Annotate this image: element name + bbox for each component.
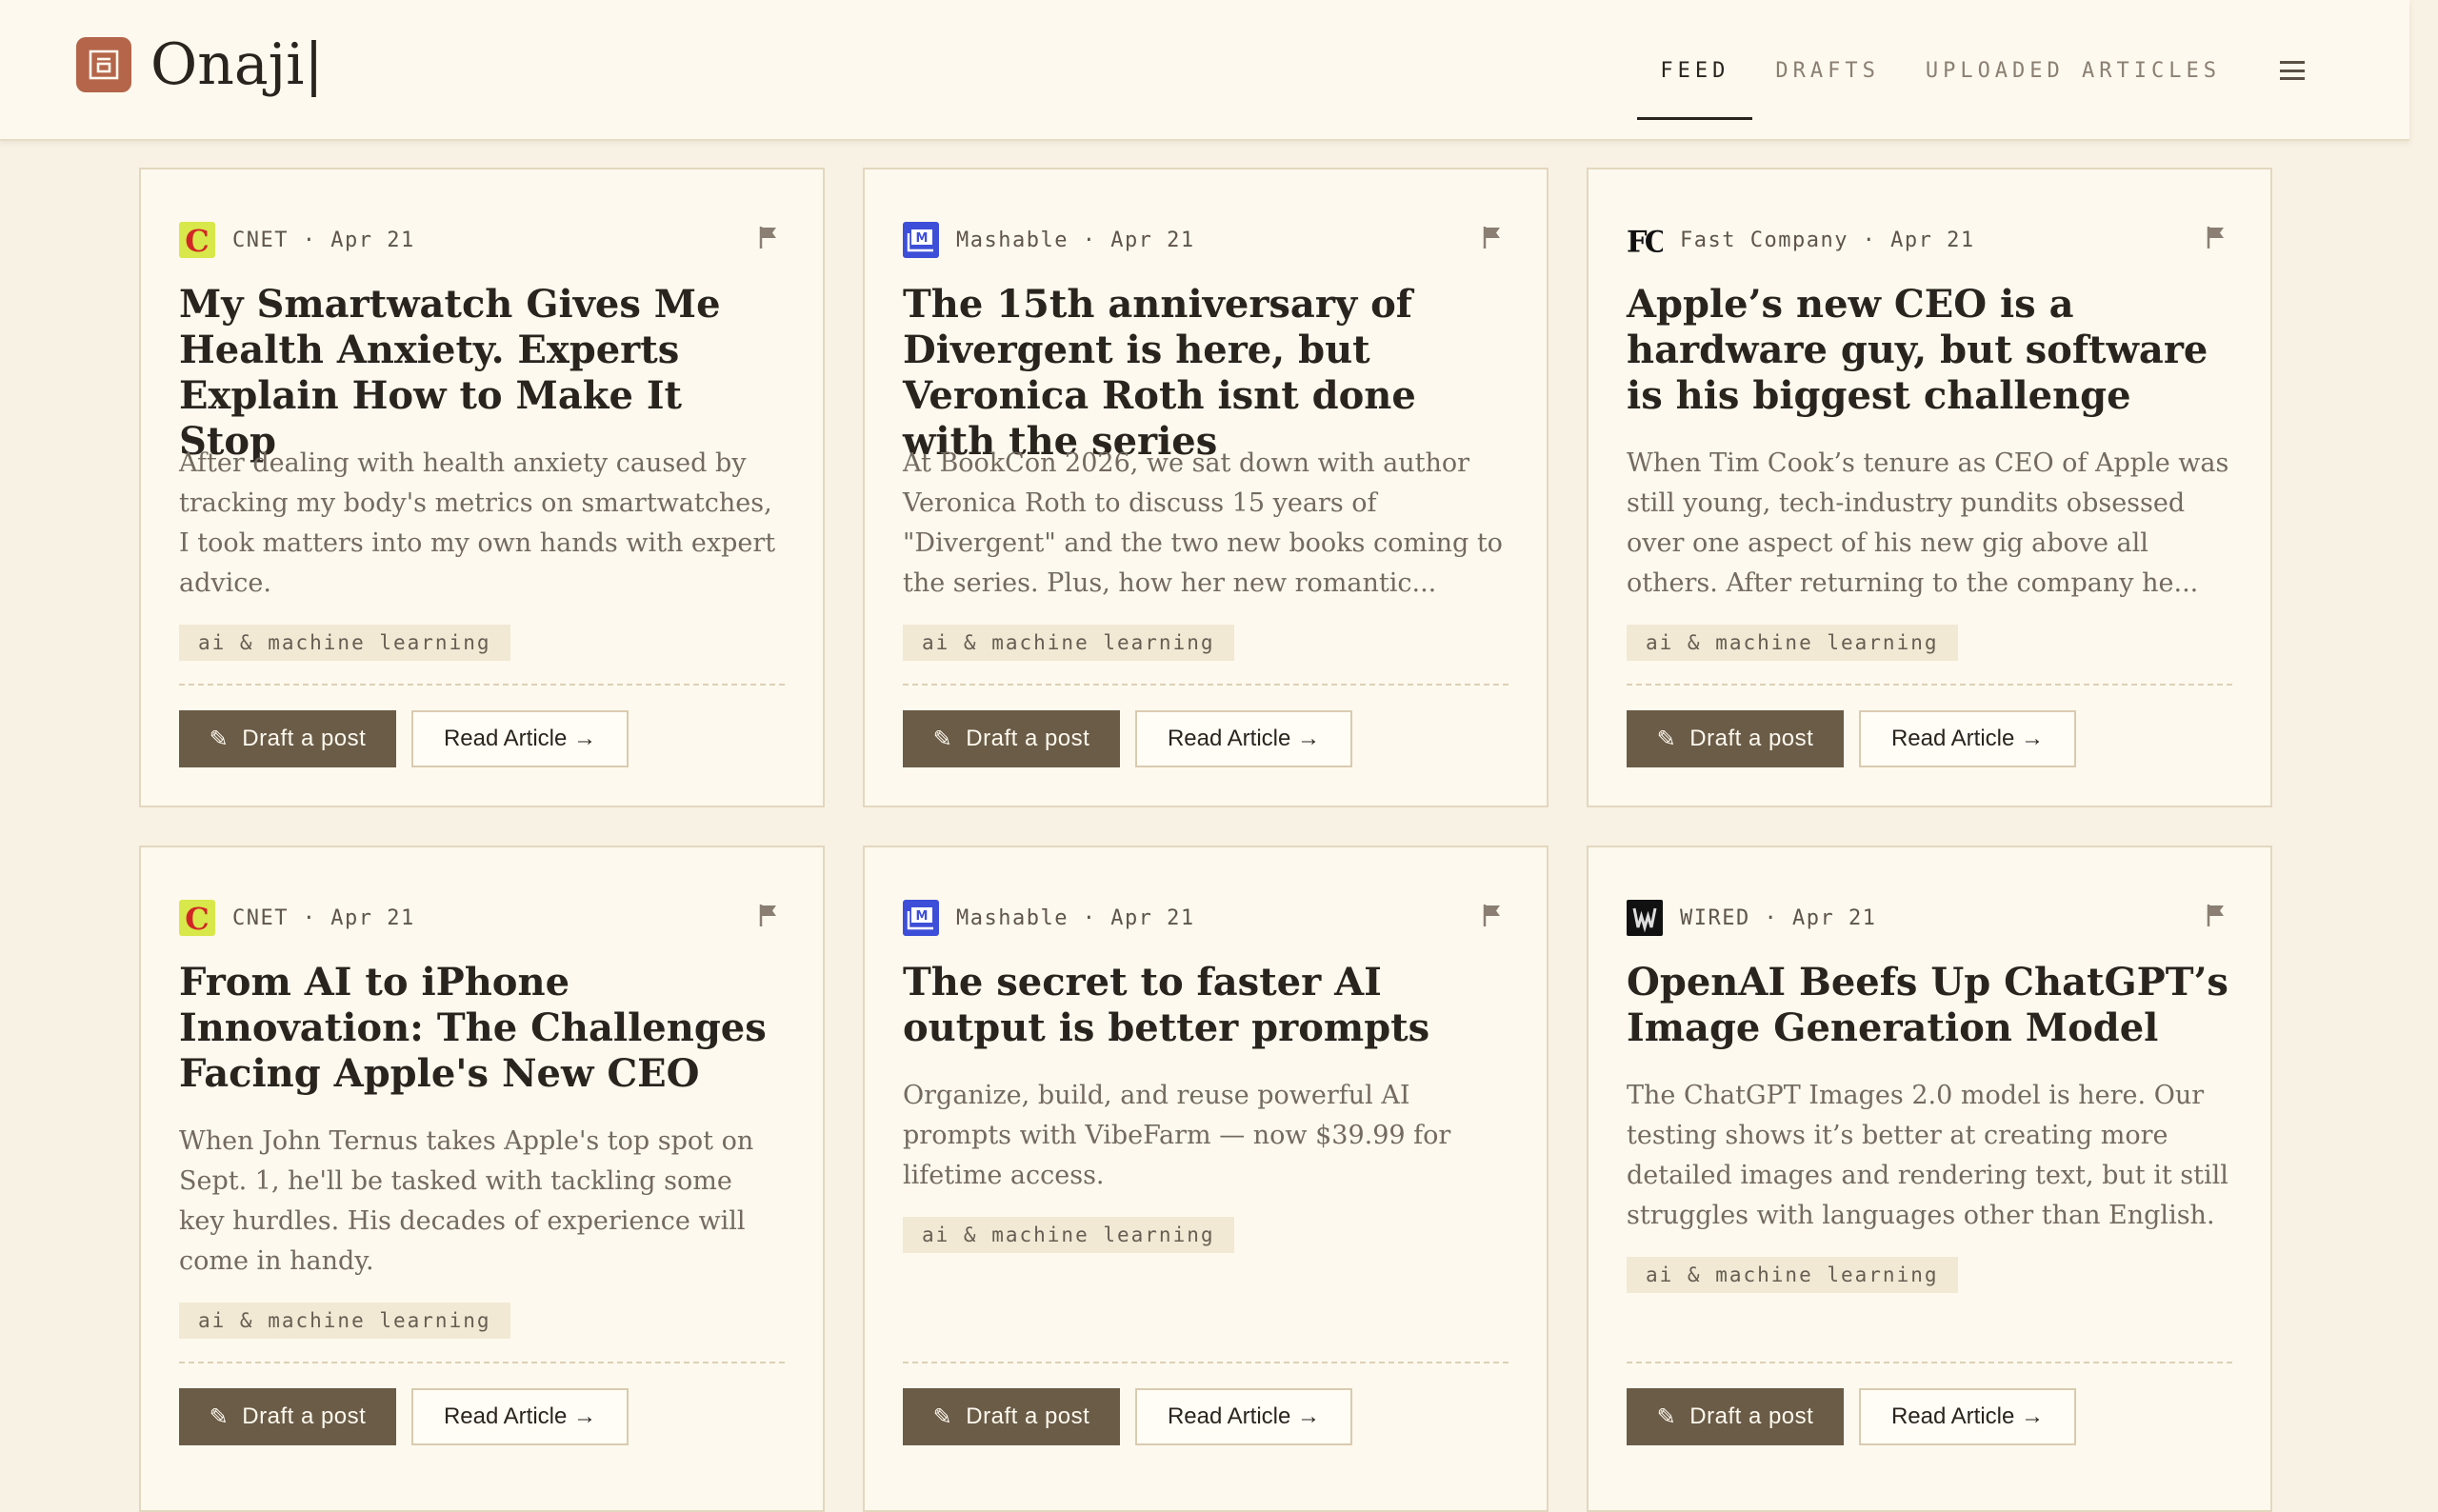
article-title[interactable]: The secret to faster AI output is better… (903, 960, 1509, 1051)
cnet-logo-icon: C (179, 222, 215, 258)
card-divider (903, 684, 1509, 686)
card-actions: ✎ Draft a post Read Article → (1627, 710, 2076, 767)
svg-text:FC: FC (1627, 225, 1663, 258)
flag-icon[interactable] (1482, 903, 1503, 927)
draft-post-button[interactable]: ✎ Draft a post (179, 710, 396, 767)
draft-post-label: Draft a post (1689, 726, 1814, 751)
topic-tag: ai & machine learning (1627, 1257, 1958, 1293)
article-card: WIRED · Apr 21 OpenAI Beefs Up ChatGPT’s… (1587, 846, 2272, 1512)
source-date: Mashable · Apr 21 (956, 905, 1195, 930)
draft-post-label: Draft a post (242, 1403, 367, 1429)
hamburger-menu-icon[interactable] (2280, 61, 2305, 80)
pencil-icon: ✎ (209, 726, 230, 752)
read-article-button[interactable]: Read Article → (411, 1388, 629, 1445)
article-card: C CNET · Apr 21 My Smartwatch Gives Me H… (139, 168, 825, 807)
app-name: Onaji| (150, 31, 324, 98)
card-divider (179, 1362, 785, 1363)
source-date: CNET · Apr 21 (232, 228, 415, 252)
brand[interactable]: Onaji| (76, 36, 324, 93)
topic-tag: ai & machine learning (903, 625, 1234, 661)
article-excerpt: At BookCon 2026, we sat down with author… (903, 448, 1503, 598)
card-meta: M Mashable · Apr 21 (903, 221, 1509, 259)
draft-post-button[interactable]: ✎ Draft a post (903, 710, 1120, 767)
draft-post-button[interactable]: ✎ Draft a post (903, 1388, 1120, 1445)
card-actions: ✎ Draft a post Read Article → (1627, 1388, 2076, 1445)
article-excerpt: Organize, build, and reuse powerful AI p… (903, 1081, 1451, 1190)
read-article-button[interactable]: Read Article → (411, 710, 629, 767)
draft-post-label: Draft a post (966, 726, 1090, 751)
svg-text:M: M (916, 231, 929, 246)
card-divider (179, 684, 785, 686)
wired-logo-icon (1627, 900, 1663, 936)
article-excerpt: After dealing with health anxiety caused… (179, 448, 776, 598)
topic-tag: ai & machine learning (903, 1217, 1234, 1253)
card-meta: C CNET · Apr 21 (179, 899, 785, 937)
flag-icon[interactable] (758, 903, 779, 927)
fast-company-logo-icon: FC (1627, 222, 1663, 258)
read-article-button[interactable]: Read Article → (1859, 710, 2076, 767)
card-actions: ✎ Draft a post Read Article → (179, 710, 629, 767)
article-card: C CNET · Apr 21 From AI to iPhone Innova… (139, 846, 825, 1512)
card-divider (903, 1362, 1509, 1363)
source-date: Fast Company · Apr 21 (1680, 228, 1975, 252)
draft-post-label: Draft a post (242, 726, 367, 751)
card-meta: WIRED · Apr 21 (1627, 899, 2232, 937)
cnet-logo-icon: C (179, 900, 215, 936)
draft-post-label: Draft a post (966, 1403, 1090, 1429)
card-actions: ✎ Draft a post Read Article → (179, 1388, 629, 1445)
source-date: CNET · Apr 21 (232, 905, 415, 930)
main-nav: FEED DRAFTS UPLOADED ARTICLES (1637, 0, 2305, 141)
article-title[interactable]: From AI to iPhone Innovation: The Challe… (179, 960, 785, 1097)
draft-post-button[interactable]: ✎ Draft a post (179, 1388, 396, 1445)
article-excerpt: When Tim Cook’s tenure as CEO of Apple w… (1627, 448, 2229, 598)
article-card: M Mashable · Apr 21 The secret to faster… (863, 846, 1549, 1512)
flag-icon[interactable] (2206, 225, 2227, 249)
scrollbar[interactable] (2409, 0, 2438, 1485)
app-header: Onaji| FEED DRAFTS UPLOADED ARTICLES (0, 0, 2409, 141)
mashable-logo-icon: M (903, 222, 939, 258)
flag-icon[interactable] (1482, 225, 1503, 249)
pencil-icon: ✎ (1656, 726, 1677, 752)
card-actions: ✎ Draft a post Read Article → (903, 1388, 1352, 1445)
article-title[interactable]: The 15th anniversary of Divergent is her… (903, 282, 1509, 465)
source-date: WIRED · Apr 21 (1680, 905, 1877, 930)
read-article-button[interactable]: Read Article → (1135, 710, 1352, 767)
nav-drafts[interactable]: DRAFTS (1752, 21, 1902, 120)
draft-post-button[interactable]: ✎ Draft a post (1627, 710, 1844, 767)
article-card: M Mashable · Apr 21 The 15th anniversary… (863, 168, 1549, 807)
article-title[interactable]: OpenAI Beefs Up ChatGPT’s Image Generati… (1627, 960, 2232, 1051)
read-article-button[interactable]: Read Article → (1135, 1388, 1352, 1445)
card-divider (1627, 1362, 2232, 1363)
article-title[interactable]: My Smartwatch Gives Me Health Anxiety. E… (179, 282, 785, 465)
article-card: FC Fast Company · Apr 21 Apple’s new CEO… (1587, 168, 2272, 807)
mashable-logo-icon: M (903, 900, 939, 936)
svg-text:C: C (185, 901, 209, 936)
pencil-icon: ✎ (932, 726, 953, 752)
card-divider (1627, 684, 2232, 686)
article-title[interactable]: Apple’s new CEO is a hardware guy, but s… (1627, 282, 2232, 419)
card-actions: ✎ Draft a post Read Article → (903, 710, 1352, 767)
topic-tag: ai & machine learning (179, 625, 510, 661)
draft-post-label: Draft a post (1689, 1403, 1814, 1429)
pencil-icon: ✎ (1656, 1403, 1677, 1430)
draft-post-button[interactable]: ✎ Draft a post (1627, 1388, 1844, 1445)
article-excerpt: When John Ternus takes Apple's top spot … (179, 1126, 754, 1276)
nav-uploaded-articles[interactable]: UPLOADED ARTICLES (1903, 21, 2244, 120)
read-article-button[interactable]: Read Article → (1859, 1388, 2076, 1445)
source-date: Mashable · Apr 21 (956, 228, 1195, 252)
topic-tag: ai & machine learning (179, 1303, 510, 1339)
article-excerpt: The ChatGPT Images 2.0 model is here. Ou… (1627, 1081, 2228, 1230)
card-meta: FC Fast Company · Apr 21 (1627, 221, 2232, 259)
flag-icon[interactable] (2206, 903, 2227, 927)
pencil-icon: ✎ (209, 1403, 230, 1430)
svg-text:C: C (185, 223, 209, 258)
nav-feed[interactable]: FEED (1637, 21, 1753, 120)
flag-icon[interactable] (758, 225, 779, 249)
logo-icon (76, 37, 131, 92)
pencil-icon: ✎ (932, 1403, 953, 1430)
card-meta: C CNET · Apr 21 (179, 221, 785, 259)
topic-tag: ai & machine learning (1627, 625, 1958, 661)
svg-text:M: M (916, 909, 929, 924)
card-meta: M Mashable · Apr 21 (903, 899, 1509, 937)
